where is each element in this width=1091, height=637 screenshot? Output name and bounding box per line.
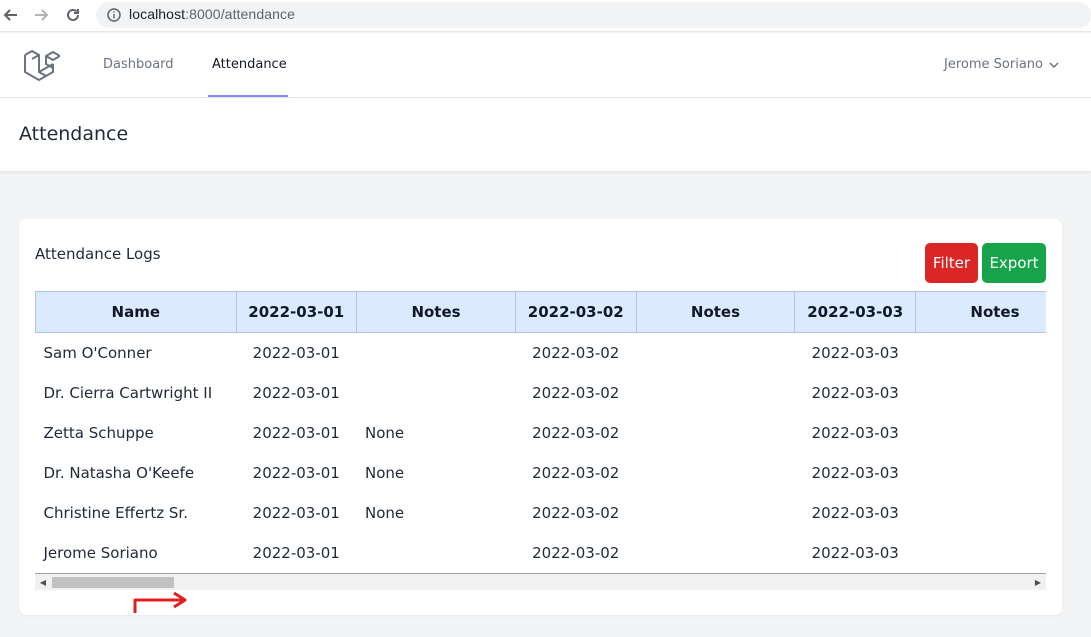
- attendance-table: Name 2022-03-01 Notes 2022-03-02 Notes 2…: [35, 291, 1046, 573]
- cell-date: 2022-03-01: [252, 503, 340, 522]
- cell-notes: None: [365, 423, 405, 442]
- url-path: :8000/attendance: [185, 6, 295, 22]
- cell-name: Dr. Natasha O'Keefe: [43, 463, 195, 482]
- cell-notes: [636, 533, 795, 573]
- filter-button[interactable]: Filter: [925, 243, 978, 283]
- cell-date: 2022-03-01: [252, 423, 340, 442]
- cell-name: Sam O'Conner: [43, 343, 152, 362]
- page-title: Attendance: [19, 123, 129, 145]
- cell-date: 2022-03-02: [532, 503, 620, 522]
- cell-notes: [357, 373, 516, 413]
- cell-date: 2022-03-03: [811, 423, 899, 442]
- cell-notes: [636, 413, 795, 453]
- cell-notes: [636, 373, 795, 413]
- reload-icon[interactable]: [62, 4, 84, 26]
- back-arrow-icon[interactable]: [0, 4, 22, 26]
- cell-date: 2022-03-03: [811, 543, 899, 562]
- table-row: Sam O'Conner 2022-03-01 2022-03-02 2022-…: [36, 333, 1047, 373]
- export-button[interactable]: Export: [982, 243, 1046, 283]
- column-header-notes[interactable]: Notes: [635, 291, 796, 333]
- cell-notes: [915, 453, 1046, 493]
- cell-notes: None: [365, 503, 405, 522]
- app-navbar: Dashboard Attendance Jerome Soriano: [0, 33, 1091, 98]
- table-header-row: Name 2022-03-01 Notes 2022-03-02 Notes 2…: [35, 291, 1046, 333]
- cell-date: 2022-03-03: [811, 463, 899, 482]
- cell-notes: [915, 333, 1046, 373]
- table-row: Dr. Natasha O'Keefe 2022-03-01 None 2022…: [36, 453, 1047, 493]
- cell-notes: [915, 373, 1046, 413]
- user-name: Jerome Soriano: [944, 57, 1043, 72]
- cell-name: Zetta Schuppe: [43, 423, 154, 442]
- column-header-notes[interactable]: Notes: [914, 291, 1046, 333]
- column-header-date[interactable]: 2022-03-02: [514, 291, 637, 333]
- cell-date: 2022-03-02: [532, 463, 620, 482]
- cell-notes: [357, 533, 516, 573]
- cell-date: 2022-03-02: [532, 383, 620, 402]
- table-row: Christine Effertz Sr. 2022-03-01 None 20…: [36, 493, 1047, 533]
- cell-notes: [915, 533, 1046, 573]
- cell-date: 2022-03-03: [811, 503, 899, 522]
- cell-notes: [915, 493, 1046, 533]
- laravel-logo-icon[interactable]: [22, 46, 61, 84]
- cell-notes: [915, 413, 1046, 453]
- active-nav-indicator: [208, 95, 288, 97]
- cell-notes: [636, 493, 795, 533]
- info-icon[interactable]: [103, 4, 125, 26]
- nav-link-dashboard[interactable]: Dashboard: [103, 57, 174, 72]
- cell-date: 2022-03-02: [532, 423, 620, 442]
- attendance-table-container[interactable]: Name 2022-03-01 Notes 2022-03-02 Notes 2…: [35, 291, 1046, 591]
- user-menu[interactable]: Jerome Soriano: [944, 57, 1059, 72]
- scroll-right-icon[interactable]: ▶: [1033, 577, 1043, 587]
- cell-date: 2022-03-01: [252, 463, 340, 482]
- cell-name: Christine Effertz Sr.: [43, 503, 189, 522]
- table-row: Jerome Soriano 2022-03-01 2022-03-02 202…: [36, 533, 1047, 573]
- cell-notes: [636, 333, 795, 373]
- cell-date: 2022-03-01: [252, 543, 340, 562]
- cell-date: 2022-03-02: [532, 543, 620, 562]
- scroll-left-icon[interactable]: ◀: [38, 577, 48, 587]
- table-row: Dr. Cierra Cartwright II 2022-03-01 2022…: [36, 373, 1047, 413]
- cell-notes: None: [365, 463, 405, 482]
- cell-name: Jerome Soriano: [43, 543, 158, 562]
- nav-link-attendance[interactable]: Attendance: [212, 57, 287, 72]
- column-header-notes[interactable]: Notes: [356, 291, 516, 333]
- card-title: Attendance Logs: [35, 245, 161, 263]
- cell-date: 2022-03-03: [811, 383, 899, 402]
- column-header-date[interactable]: 2022-03-03: [794, 291, 916, 333]
- cell-date: 2022-03-01: [252, 343, 340, 362]
- page-header: Attendance: [0, 98, 1091, 171]
- chevron-down-icon: [1049, 61, 1059, 68]
- url-text[interactable]: localhost:8000/attendance: [129, 6, 295, 22]
- column-header-name[interactable]: Name: [35, 291, 237, 333]
- cell-date: 2022-03-03: [811, 343, 899, 362]
- cell-date: 2022-03-02: [532, 343, 620, 362]
- cell-notes: [357, 333, 516, 373]
- forward-arrow-icon[interactable]: [30, 4, 52, 26]
- cell-notes: [636, 453, 795, 493]
- table-row: Zetta Schuppe 2022-03-01 None 2022-03-02…: [36, 413, 1047, 453]
- red-arrow-annotation-icon: [133, 591, 187, 613]
- url-host: localhost: [129, 6, 186, 22]
- cell-date: 2022-03-01: [252, 383, 340, 402]
- browser-toolbar: localhost:8000/attendance: [0, 0, 1091, 32]
- column-header-date[interactable]: 2022-03-01: [235, 291, 358, 333]
- attendance-card: Attendance Logs Filter Export Name 2022-…: [19, 219, 1062, 615]
- cell-name: Dr. Cierra Cartwright II: [43, 383, 213, 402]
